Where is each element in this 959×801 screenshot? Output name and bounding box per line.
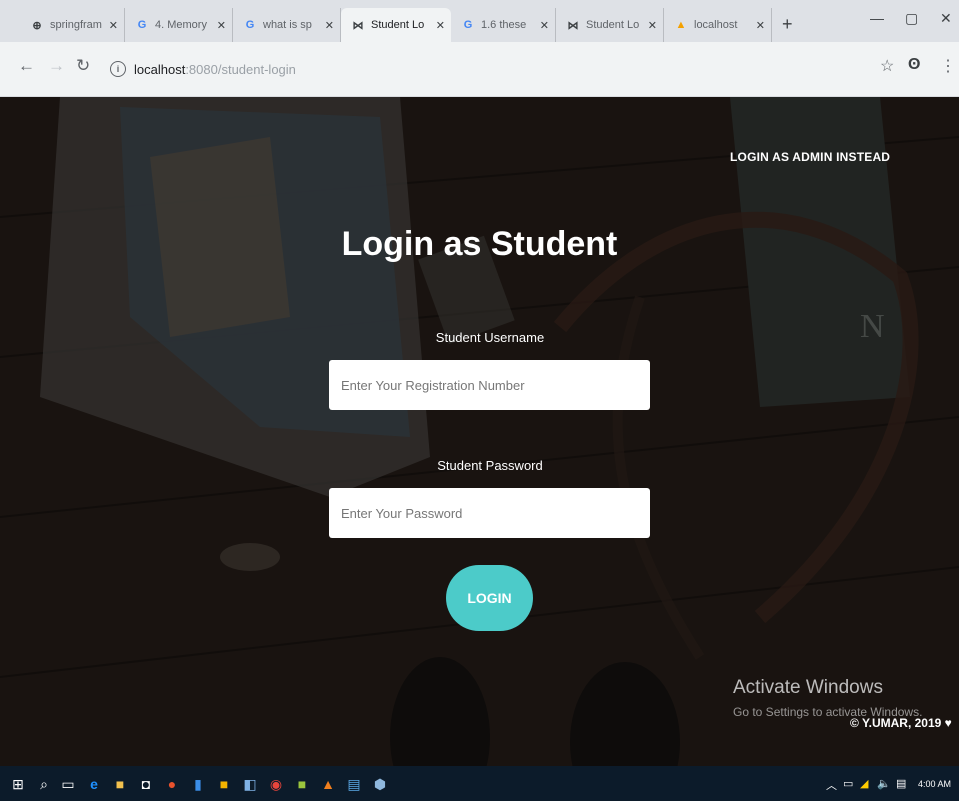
edge-icon[interactable]: e xyxy=(86,776,102,792)
file-explorer-icon[interactable]: ■ xyxy=(112,776,128,792)
login-button[interactable]: LOGIN xyxy=(446,565,533,631)
volume-icon[interactable]: 🔈 xyxy=(877,777,891,790)
app-icon-lightblue[interactable]: ◧ xyxy=(242,776,258,792)
login-as-admin-link[interactable]: LOGIN AS ADMIN INSTEAD xyxy=(730,150,890,164)
url-path: :8080/student-login xyxy=(185,61,296,77)
task-view-icon[interactable]: ▭ xyxy=(60,776,76,792)
bowtie-icon: ⋈ xyxy=(352,19,364,32)
watermark-title: Activate Windows xyxy=(733,677,883,698)
browser-toolbar: ← → ↻ i localhost:8080/student-login ☆ ʘ… xyxy=(0,42,959,97)
window-close-icon[interactable]: ✕ xyxy=(940,10,952,27)
app-icon-green[interactable]: ■ xyxy=(294,776,310,792)
tab-memory[interactable]: G 4. Memory ✕ xyxy=(125,8,233,42)
activate-windows-watermark: Activate Windows Go to Settings to activ… xyxy=(733,677,922,719)
site-info-icon[interactable]: i xyxy=(110,61,126,77)
tab-student-login-active[interactable]: ⋈ Student Lo ✕ xyxy=(341,8,451,42)
background-photo: N xyxy=(0,97,959,766)
bookmark-star-icon[interactable]: ☆ xyxy=(880,56,894,76)
store-icon[interactable]: ◘ xyxy=(138,776,154,792)
browser-tab-strip: ⊕ springfram ✕ G 4. Memory ✕ G what is s… xyxy=(0,0,959,42)
notification-icon[interactable]: ▤ xyxy=(896,777,906,790)
windows-start-icon[interactable]: ⊞ xyxy=(10,776,26,792)
app-icon-yellow[interactable]: ■ xyxy=(216,776,232,792)
password-label: Student Password xyxy=(437,458,543,473)
close-icon[interactable]: ✕ xyxy=(756,19,765,32)
app-icon-doc[interactable]: ▤ xyxy=(346,776,362,792)
tab-title: 1.6 these xyxy=(481,19,527,31)
password-input[interactable] xyxy=(329,488,650,538)
bowtie-icon: ⋈ xyxy=(567,19,579,32)
close-icon[interactable]: ✕ xyxy=(436,19,445,32)
tab-title: what is sp xyxy=(263,19,312,31)
network-icon[interactable]: ◢ xyxy=(860,777,868,790)
google-icon: G xyxy=(463,19,473,31)
tab-title: Student Lo xyxy=(371,19,425,31)
tab-theses[interactable]: G 1.6 these ✕ xyxy=(451,8,556,42)
login-page: N LOGIN AS ADMIN INSTEAD Login as Studen… xyxy=(0,97,959,766)
google-icon: G xyxy=(245,19,255,31)
app-icon-triangle[interactable]: ▲ xyxy=(320,776,336,792)
address-bar[interactable]: i localhost:8080/student-login xyxy=(100,49,870,89)
clock[interactable]: 4:00 AM xyxy=(918,779,951,789)
google-icon: G xyxy=(137,19,147,31)
tab-localhost[interactable]: ▲ localhost ✕ xyxy=(664,8,772,42)
maximize-icon[interactable]: ▢ xyxy=(905,10,918,27)
tab-title: Student Lo xyxy=(586,19,640,31)
windows-taskbar: ⊞ ⌕ ▭ e ■ ◘ ● ▮ ■ ◧ ◉ ■ ▲ ▤ ⬢ ︿ ▭ ◢ 🔈 ▤ … xyxy=(0,766,959,801)
close-icon[interactable]: ✕ xyxy=(648,19,657,32)
close-icon[interactable]: ✕ xyxy=(217,19,226,32)
web-icon: ⊕ xyxy=(32,19,42,32)
new-tab-icon[interactable]: + xyxy=(782,14,793,35)
close-icon[interactable]: ✕ xyxy=(540,19,549,32)
page-title: Login as Student xyxy=(341,225,618,263)
close-icon[interactable]: ✕ xyxy=(325,19,334,32)
app-icon-orange[interactable]: ● xyxy=(164,776,180,792)
search-icon[interactable]: ⌕ xyxy=(36,776,52,792)
forward-icon[interactable]: → xyxy=(48,56,65,76)
tomcat-icon: ▲ xyxy=(675,19,687,31)
app-icon-blue[interactable]: ▮ xyxy=(190,776,206,792)
tab-student-login-2[interactable]: ⋈ Student Lo ✕ xyxy=(556,8,664,42)
menu-kebab-icon[interactable]: ⋮ xyxy=(940,56,956,76)
username-input[interactable] xyxy=(329,360,650,410)
tab-title: localhost xyxy=(694,19,738,31)
battery-icon[interactable]: ▭ xyxy=(843,777,853,790)
close-icon[interactable]: ✕ xyxy=(109,19,118,32)
back-icon[interactable]: ← xyxy=(18,56,35,76)
tab-springframework[interactable]: ⊕ springfram ✕ xyxy=(20,8,125,42)
chrome-icon[interactable]: ◉ xyxy=(268,776,284,792)
username-label: Student Username xyxy=(435,330,545,345)
tab-title: 4. Memory xyxy=(155,19,207,31)
tab-what-is[interactable]: G what is sp ✕ xyxy=(233,8,341,42)
app-icon-shield[interactable]: ⬢ xyxy=(372,776,388,792)
reload-icon[interactable]: ↻ xyxy=(76,56,90,76)
tab-title: springfram xyxy=(50,19,102,31)
minimize-icon[interactable]: — xyxy=(870,10,884,26)
profile-icon[interactable]: ʘ xyxy=(908,56,920,74)
tray-chevron-icon[interactable]: ︿ xyxy=(826,777,837,793)
copyright-text: © Y.UMAR, 2019 ♥ xyxy=(850,716,952,730)
url-host: localhost xyxy=(134,61,186,77)
